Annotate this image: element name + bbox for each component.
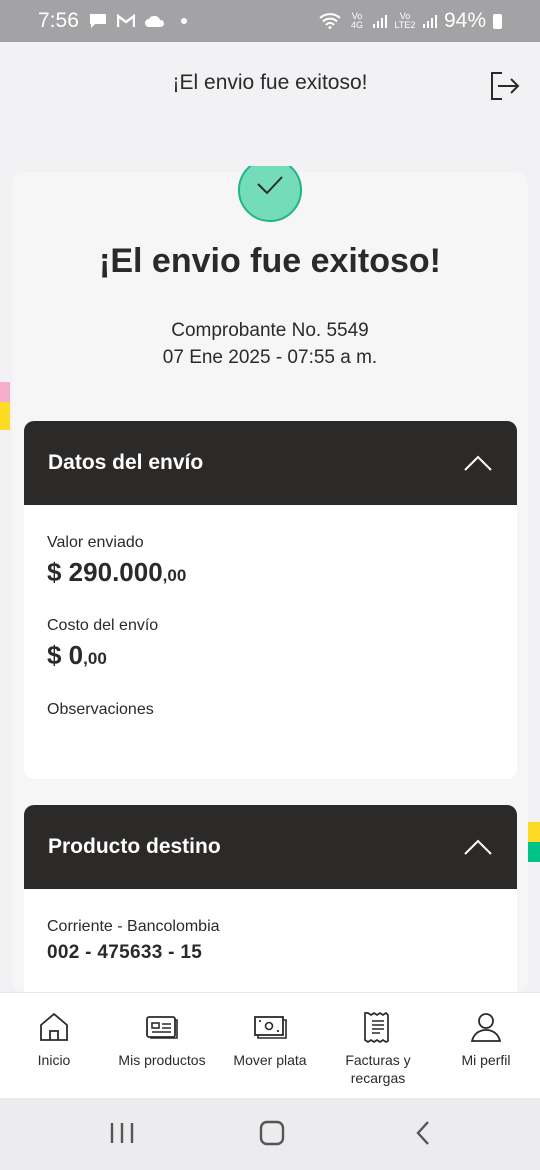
money-icon [254,1016,287,1039]
gmail-icon [116,14,135,27]
accent-yellow-left [0,402,10,430]
destination-product-header[interactable]: Producto destino [24,805,517,889]
header: ¡El envio fue exitoso! [0,42,540,124]
receipt-icon [364,1011,389,1043]
nav-item-mi-perfil[interactable]: Mi perfil [446,993,526,1099]
nav-item-mis-productos[interactable]: Mis productos [108,993,216,1099]
back-icon[interactable] [410,1120,438,1146]
home-icon [40,1012,68,1041]
signal-icon [372,15,387,28]
battery-icon [493,13,502,29]
status-bar: 7:56 Vo 4G Vo LTE2 94% [0,0,540,42]
sent-amount-value: $ 290.000,00 [47,557,186,588]
sent-amount-label: Valor enviado [47,534,144,551]
header-title: ¡El envio fue exitoso! [172,71,368,94]
destination-product-section: Producto destino Corriente - Bancolombia… [24,805,517,1005]
wifi-icon [319,13,341,29]
shipment-details-title: Datos del envío [48,451,204,474]
accent-yellow-right [528,822,540,842]
bottom-nav: Inicio Mis productos Mover plata Factura… [0,992,540,1098]
voucher-number: Comprobante No. 5549 [171,320,369,341]
nav-label-mis-productos: Mis productos [118,1052,206,1068]
dot-icon [180,18,187,24]
recent-apps-icon[interactable] [108,1120,136,1146]
notes-label: Observaciones [47,701,154,718]
account-number: 002 - 475633 - 15 [47,942,203,963]
nav-item-inicio[interactable]: Inicio [14,993,94,1099]
signal-icon-2 [422,15,437,28]
home-button-icon[interactable] [258,1120,286,1146]
transaction-date: 07 Ene 2025 - 07:55 a m. [162,347,378,368]
message-icon [89,14,106,28]
status-right: Vo 4G Vo LTE2 94% [319,9,502,33]
profile-icon [470,1013,502,1042]
success-check-icon [238,166,302,222]
shipping-cost-cents: ,00 [83,649,107,668]
shipping-cost-label: Costo del envío [47,617,159,634]
destination-product-title: Producto destino [48,835,221,858]
wallet-icon [146,1016,178,1039]
exit-button[interactable] [486,68,522,104]
nav-item-facturas-recargas[interactable]: Facturas y recargas [328,993,428,1099]
nav-label-mover-plata: Mover plata [233,1052,307,1068]
status-left: 7:56 [38,9,187,33]
sent-amount-main: $ 290.000 [47,557,163,587]
chevron-up-icon[interactable] [463,454,493,472]
account-type: Corriente - Bancolombia [47,918,220,935]
status-time: 7:56 [38,9,79,32]
chevron-up-icon[interactable] [463,838,493,856]
shipping-cost-value: $ 0,00 [47,640,107,671]
success-title: ¡El envio fue exitoso! [99,242,441,280]
nav-label-facturas-recargas: Facturas y recargas [345,1052,411,1086]
sent-amount-cents: ,00 [162,566,187,585]
cloud-icon [144,15,164,27]
nav-item-mover-plata[interactable]: Mover plata [230,993,310,1099]
lte-icon: Vo LTE2 [394,11,416,30]
accent-pink [0,382,10,404]
shipping-cost-main: $ 0 [47,640,84,670]
system-nav-bar [0,1098,540,1170]
nav-label-mi-perfil: Mi perfil [461,1052,511,1068]
volte-icon: Vo 4G [350,11,363,30]
shipment-details-section: Datos del envío Valor enviado $ 290.000,… [24,421,517,779]
nav-label-inicio: Inicio [37,1052,71,1068]
battery-percent: 94% [443,9,486,32]
accent-green-right [528,842,540,862]
shipment-details-header[interactable]: Datos del envío [24,421,517,505]
